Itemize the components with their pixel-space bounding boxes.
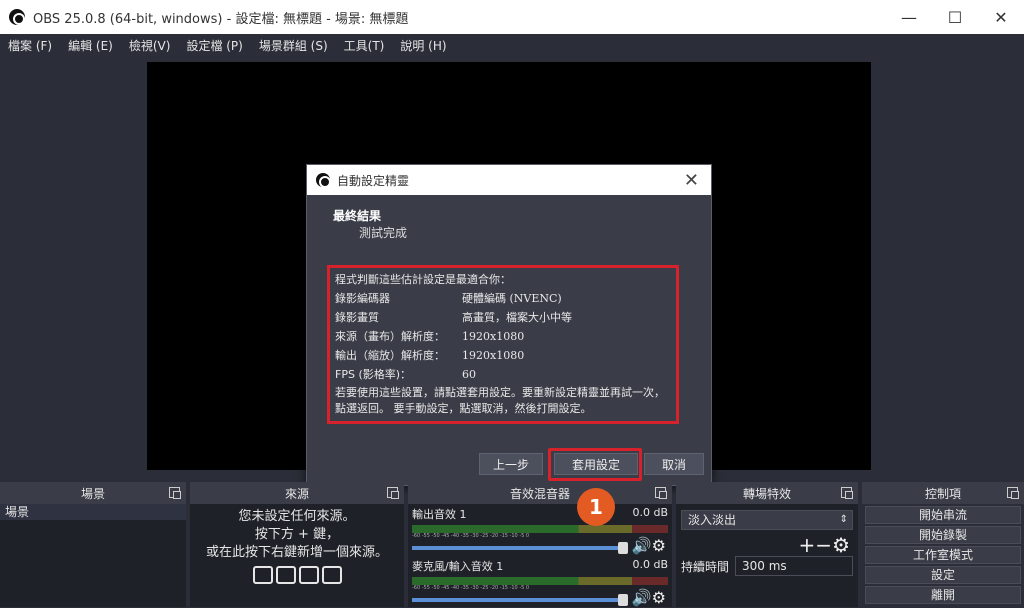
- audio-mixer-dock: 音效混音器 輸出音效 1 0.0 dB -60 -55 -50 -45 -40 -…: [408, 482, 672, 607]
- menu-scene-collection[interactable]: 場景群組 (S): [251, 37, 336, 54]
- window-title: OBS 25.0.8 (64-bit, windows) - 設定檔: 無標題 …: [33, 11, 409, 27]
- duration-input[interactable]: 300 ms: [735, 556, 853, 576]
- obs-logo-icon: [9, 9, 25, 25]
- volume-meter: [412, 577, 668, 585]
- result-key: FPS (影格率)：: [335, 368, 412, 381]
- maximize-button[interactable]: ☐: [932, 0, 978, 34]
- scenes-dock: 場景 場景: [0, 482, 186, 607]
- volume-slider[interactable]: [412, 594, 628, 606]
- undock-icon[interactable]: [1007, 487, 1019, 499]
- title-bar: OBS 25.0.8 (64-bit, windows) - 設定檔: 無標題 …: [0, 0, 1024, 34]
- scenes-title: 場景: [80, 486, 105, 501]
- result-value: 硬體編碼 (NVENC): [462, 292, 562, 305]
- transition-select[interactable]: 淡入淡出 ⇕: [681, 510, 853, 530]
- volume-slider[interactable]: [412, 542, 628, 554]
- results-panel: 程式判斷這些估計設定是最適合你： 錄影編碼器 硬體編碼 (NVENC) 錄影畫質…: [327, 265, 679, 424]
- result-key: 輸出（縮放）解析度：: [335, 349, 445, 362]
- sources-dock: 來源 您未設定任何來源。 按下方 + 鍵， 或在此按下右鍵新增一個來源。: [190, 482, 404, 607]
- menu-bar: 檔案 (F) 編輯 (E) 檢視(V) 設定檔 (P) 場景群組 (S) 工具(…: [0, 34, 1024, 56]
- source-type-icons: [190, 566, 404, 584]
- settings-button[interactable]: 設定: [865, 566, 1021, 584]
- obs-logo-icon: [316, 173, 331, 188]
- final-results-heading: 最終結果: [333, 209, 382, 223]
- start-recording-button[interactable]: 開始錄製: [865, 526, 1021, 544]
- previous-button[interactable]: 上一步: [479, 453, 543, 475]
- close-button[interactable]: ✕: [978, 0, 1024, 34]
- sources-title: 來源: [284, 486, 309, 501]
- meter-ticks: -60 -55 -50 -45 -40 -35 -30 -25 -20 -15 …: [412, 533, 530, 539]
- volume-meter: [412, 525, 668, 533]
- undock-icon[interactable]: [841, 487, 853, 499]
- menu-profile[interactable]: 設定檔 (P): [178, 37, 250, 54]
- start-streaming-button[interactable]: 開始串流: [865, 506, 1021, 524]
- undock-icon[interactable]: [387, 487, 399, 499]
- spin-icon: ⇕: [839, 514, 848, 525]
- menu-help[interactable]: 說明 (H): [392, 37, 454, 54]
- meter-ticks: -60 -55 -50 -45 -40 -35 -30 -25 -20 -15 …: [412, 585, 530, 591]
- dialog-title: 自動設定精靈: [337, 173, 410, 188]
- test-complete-text: 測試完成: [359, 226, 408, 240]
- menu-file[interactable]: 檔案 (F): [0, 37, 60, 54]
- duration-row: 持續時間 300 ms: [681, 556, 853, 576]
- auto-config-wizard-dialog: 自動設定精靈 ✕ 最終結果 測試完成 程式判斷這些估計設定是最適合你： 錄影編碼…: [306, 164, 712, 486]
- result-row: 來源（畫布）解析度： 1920x1080: [335, 327, 671, 346]
- controls-title: 控制項: [924, 486, 961, 501]
- result-row: 錄影編碼器 硬體編碼 (NVENC): [335, 289, 671, 308]
- transitions-title: 轉場特效: [742, 486, 791, 501]
- transition-selected: 淡入淡出: [688, 513, 737, 527]
- apply-settings-button[interactable]: 套用設定: [554, 453, 638, 475]
- results-note: 若要使用這些設置，請點選套用設定。要重新設定精靈並再試一次，點選返回。 要手動設…: [335, 386, 665, 415]
- dialog-close-icon[interactable]: ✕: [684, 170, 699, 191]
- transitions-dock: 轉場特效 淡入淡出 ⇕ +−⚙ 持續時間 300 ms: [676, 482, 858, 607]
- channel-name: 麥克風/輸入音效 1: [412, 560, 504, 573]
- result-row: FPS (影格率)： 60: [335, 365, 671, 384]
- image-icon: [252, 566, 273, 584]
- exit-button[interactable]: 離開: [865, 586, 1021, 604]
- result-row: 輸出（縮放）解析度： 1920x1080: [335, 346, 671, 365]
- camera-icon: [321, 566, 342, 584]
- menu-edit[interactable]: 編輯 (E): [60, 37, 121, 54]
- no-sources-message: 您未設定任何來源。 按下方 + 鍵， 或在此按下右鍵新增一個來源。: [205, 509, 388, 560]
- controls-dock: 控制項 開始串流 開始錄製 工作室模式 設定 離開: [862, 482, 1024, 607]
- dialog-title-bar: 自動設定精靈 ✕: [307, 165, 711, 195]
- minimize-button[interactable]: —: [886, 0, 932, 34]
- result-key: 錄影畫質: [335, 311, 379, 324]
- globe-icon: [298, 566, 319, 584]
- mixer-title: 音效混音器: [509, 486, 570, 501]
- cancel-button[interactable]: 取消: [644, 453, 704, 475]
- result-value: 1920x1080: [462, 330, 525, 343]
- scene-list-item[interactable]: 場景: [0, 504, 186, 520]
- result-key: 錄影編碼器: [335, 292, 390, 305]
- duration-label: 持續時間: [681, 559, 730, 574]
- undock-icon[interactable]: [169, 487, 181, 499]
- results-intro: 程式判斷這些估計設定是最適合你：: [335, 273, 511, 286]
- speaker-gear-icon[interactable]: 🔊⚙: [632, 536, 666, 555]
- mixer-channel: 麥克風/輸入音效 1 0.0 dB -60 -55 -50 -45 -40 -35…: [408, 556, 672, 608]
- result-value: 1920x1080: [462, 349, 525, 362]
- result-value: 60: [462, 368, 476, 381]
- result-row: 錄影畫質 高畫質，檔案大小中等: [335, 308, 671, 327]
- channel-db: 0.0 dB: [632, 558, 668, 571]
- step-badge: 1: [577, 488, 615, 526]
- add-remove-gear-icon[interactable]: +−⚙: [684, 535, 850, 555]
- result-key: 來源（畫布）解析度：: [335, 330, 445, 343]
- studio-mode-button[interactable]: 工作室模式: [865, 546, 1021, 564]
- channel-db: 0.0 dB: [632, 506, 668, 519]
- undock-icon[interactable]: [655, 487, 667, 499]
- mixer-channel: 輸出音效 1 0.0 dB -60 -55 -50 -45 -40 -35 -30…: [408, 504, 672, 556]
- channel-name: 輸出音效 1: [412, 508, 467, 521]
- display-icon: [275, 566, 296, 584]
- menu-view[interactable]: 檢視(V): [121, 37, 179, 54]
- result-value: 高畫質，檔案大小中等: [462, 311, 572, 324]
- menu-tools[interactable]: 工具(T): [336, 37, 393, 54]
- speaker-gear-icon[interactable]: 🔊⚙: [632, 588, 666, 607]
